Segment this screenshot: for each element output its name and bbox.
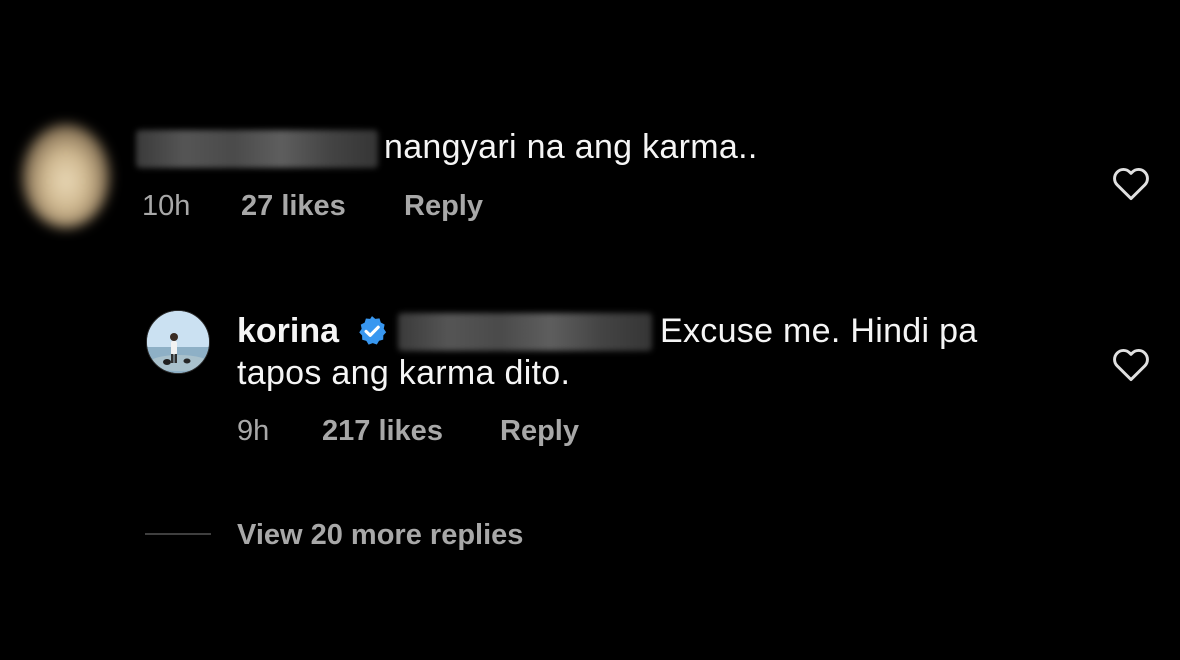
heart-outline-icon[interactable] (1111, 165, 1151, 201)
likes-count[interactable]: 27 likes (241, 190, 346, 223)
comment-text-line1: Excuse me. Hindi pa (660, 312, 978, 350)
reply-button[interactable]: Reply (404, 190, 483, 223)
reply-button[interactable]: Reply (500, 415, 579, 448)
verified-badge-icon (359, 316, 387, 345)
heart-outline-icon[interactable] (1111, 346, 1151, 382)
comment-text-line2: tapos ang karma dito. (237, 354, 571, 392)
comment-text: nangyari na ang karma.. (384, 128, 758, 166)
korina-avatar[interactable] (146, 310, 210, 374)
comment-timestamp: 9h (237, 415, 270, 447)
replies-divider (145, 533, 211, 535)
view-more-replies-button[interactable]: View 20 more replies (237, 519, 523, 552)
avatar-photo (147, 311, 209, 373)
redacted-mention[interactable] (398, 313, 652, 351)
comment-timestamp: 10h (142, 190, 191, 222)
commenter-avatar[interactable] (22, 124, 110, 228)
likes-count[interactable]: 217 likes (322, 415, 443, 448)
redacted-username[interactable] (136, 130, 378, 168)
comment-username[interactable]: korina (237, 312, 339, 351)
